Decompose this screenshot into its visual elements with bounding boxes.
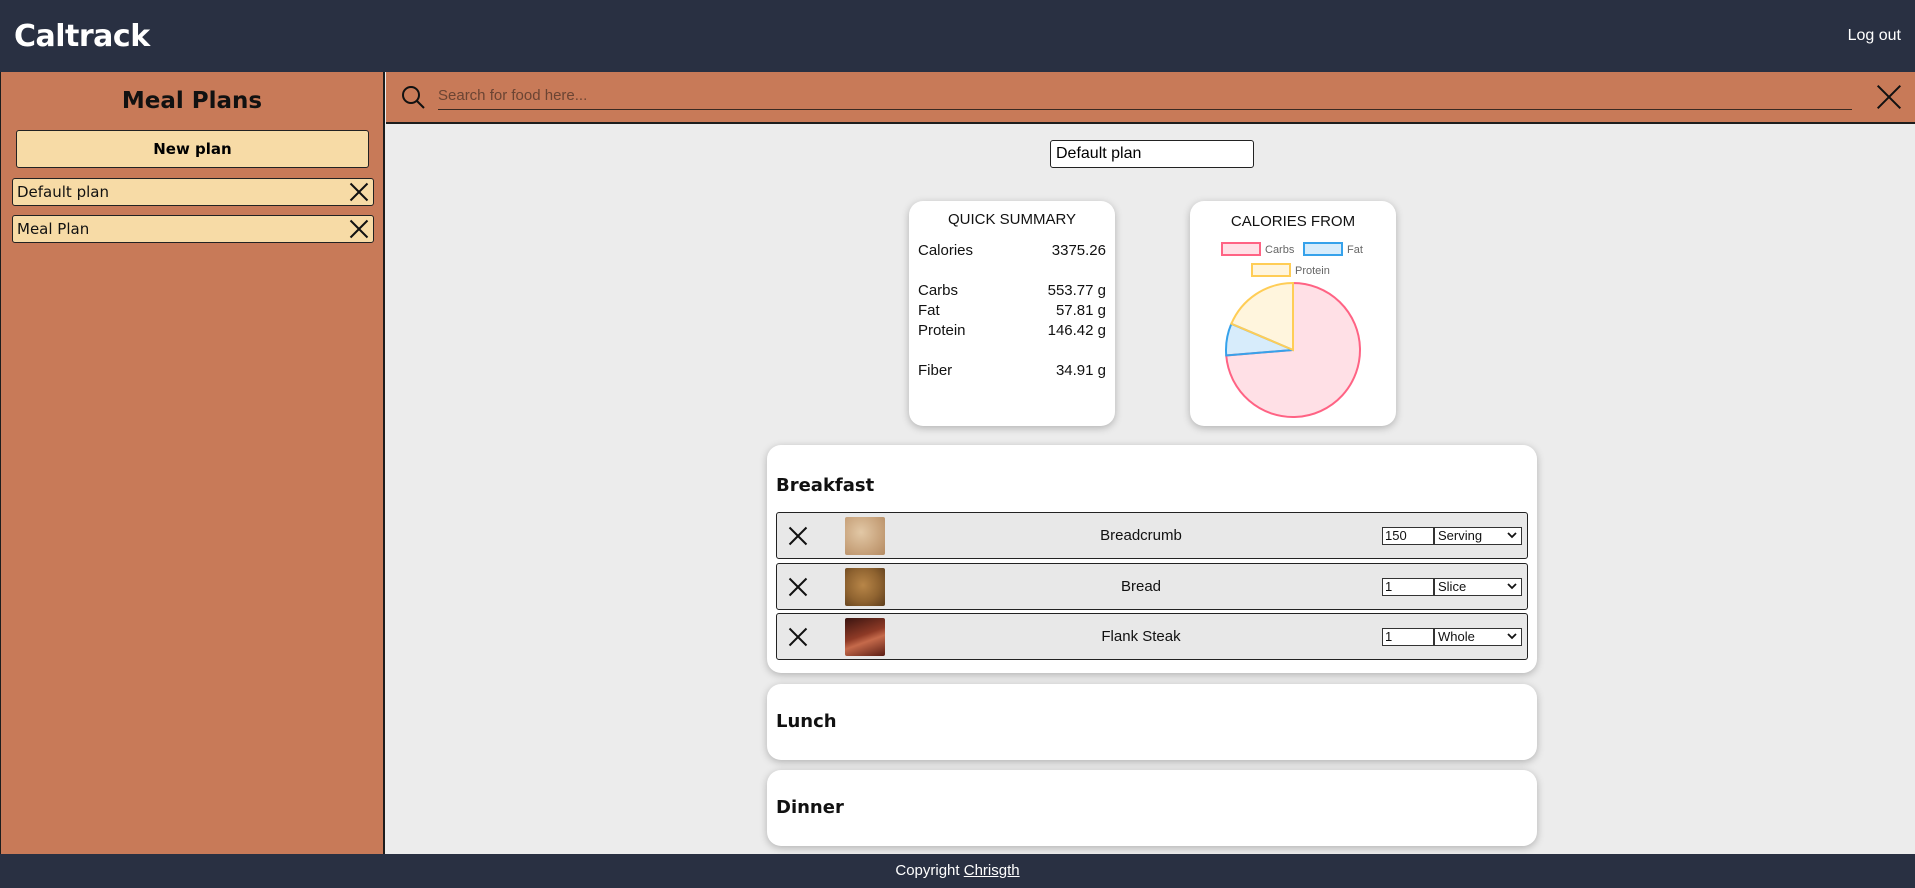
sidebar-plan-item[interactable]: Default plan <box>12 178 374 206</box>
fat-row: Fat 57.81 g <box>918 301 1106 321</box>
fat-value: 57.81 g <box>1055 302 1106 319</box>
calories-label: Calories <box>918 242 974 259</box>
summary-title: QUICK SUMMARY <box>947 211 1077 228</box>
legend-swatch-fat[interactable] <box>1303 242 1343 256</box>
search-bar <box>386 72 1915 124</box>
fat-label: Fat <box>918 302 940 319</box>
meal-title: Lunch <box>776 711 837 732</box>
breakfast-section: Breakfast Breadcrumb 150 Serving Bread 1… <box>767 445 1537 673</box>
sidebar-plan-item[interactable]: Meal Plan <box>12 215 374 243</box>
meal-title: Breakfast <box>776 475 875 496</box>
unit-label: Slice <box>1438 579 1467 594</box>
calories-pie-chart: Carbs Fat Protein <box>1221 242 1363 418</box>
food-row: Flank Steak 1 Whole <box>776 613 1528 660</box>
unit-select[interactable]: Whole <box>1434 628 1522 646</box>
unit-select[interactable]: Serving <box>1434 527 1522 545</box>
lunch-section: Lunch <box>767 684 1537 760</box>
quantity-field[interactable]: 150 <box>1382 527 1434 545</box>
remove-food-icon[interactable] <box>787 576 809 598</box>
calories-row: Calories 3375.26 <box>918 241 1106 261</box>
plan-item-label: Default plan <box>17 183 109 201</box>
chart-title: CALORIES FROM <box>1230 213 1356 230</box>
carbs-row: Carbs 553.77 g <box>918 281 1106 301</box>
close-icon[interactable] <box>349 182 369 202</box>
plan-name-input[interactable] <box>1050 140 1254 168</box>
food-name: Breadcrumb <box>1100 527 1182 544</box>
copyright-text: Copyright <box>895 862 960 879</box>
fiber-label: Fiber <box>918 362 953 379</box>
legend-swatch-protein[interactable] <box>1251 263 1291 277</box>
protein-row: Protein 146.42 g <box>918 321 1106 341</box>
calories-from-card: CALORIES FROM Carbs Fat Protein <box>1190 201 1396 426</box>
quantity-field[interactable]: 1 <box>1382 628 1434 646</box>
clear-search-icon[interactable] <box>1876 84 1902 110</box>
food-thumbnail <box>845 618 885 656</box>
food-thumbnail <box>845 568 885 606</box>
legend-label-carbs: Carbs <box>1265 244 1295 256</box>
remove-food-icon[interactable] <box>787 626 809 648</box>
author-link[interactable]: Chrisgth <box>964 862 1020 879</box>
carbs-value: 553.77 g <box>1047 282 1106 299</box>
food-row: Bread 1 Slice <box>776 563 1528 610</box>
unit-select[interactable]: Slice <box>1434 578 1522 596</box>
legend-label-protein: Protein <box>1295 265 1330 277</box>
sidebar-title: Meal Plans <box>121 88 263 114</box>
legend-swatch-carbs[interactable] <box>1221 242 1261 256</box>
calories-value: 3375.26 <box>1051 242 1106 259</box>
top-bar: Caltrack Log out <box>0 0 1915 72</box>
quick-summary-card: QUICK SUMMARY Calories 3375.26 Carbs 553… <box>909 201 1115 426</box>
unit-label: Serving <box>1438 528 1483 543</box>
protein-label: Protein <box>918 322 966 339</box>
fiber-row: Fiber 34.91 g <box>918 361 1106 381</box>
search-input[interactable] <box>438 82 1852 110</box>
new-plan-button[interactable]: New plan <box>16 130 369 168</box>
quantity-field[interactable]: 1 <box>1382 578 1434 596</box>
app-logo[interactable]: Caltrack <box>14 19 150 54</box>
unit-label: Whole <box>1438 629 1475 644</box>
search-icon[interactable] <box>400 84 426 110</box>
meal-title: Dinner <box>776 797 844 818</box>
food-thumbnail <box>845 517 885 555</box>
carbs-label: Carbs <box>918 282 959 299</box>
food-row: Breadcrumb 150 Serving <box>776 512 1528 559</box>
fiber-value: 34.91 g <box>1055 362 1106 379</box>
sidebar: Meal Plans New plan Default plan Meal Pl… <box>0 72 385 854</box>
chevron-down-icon <box>1507 532 1517 539</box>
legend-label-fat: Fat <box>1347 244 1363 256</box>
dinner-section: Dinner <box>767 770 1537 846</box>
logout-link[interactable]: Log out <box>1848 27 1901 45</box>
food-name: Bread <box>1120 578 1162 595</box>
protein-value: 146.42 g <box>1047 322 1106 339</box>
chevron-down-icon <box>1507 633 1517 640</box>
food-name: Flank Steak <box>1101 628 1181 645</box>
remove-food-icon[interactable] <box>787 525 809 547</box>
footer: Copyright Chrisgth <box>0 854 1915 888</box>
chevron-down-icon <box>1507 583 1517 590</box>
plan-item-label: Meal Plan <box>17 220 90 238</box>
close-icon[interactable] <box>349 219 369 239</box>
